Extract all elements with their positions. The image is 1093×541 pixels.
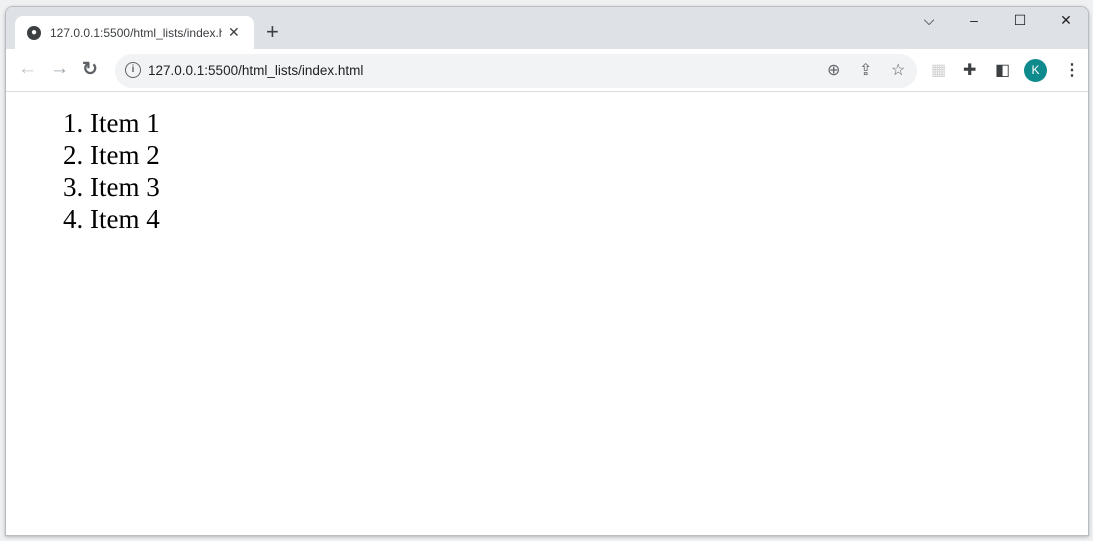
forward-button[interactable]: → [50, 58, 69, 80]
new-tab-button[interactable]: + [266, 19, 279, 45]
tab-title: 127.0.0.1:5500/html_lists/index.html [50, 25, 222, 40]
ordered-list: Item 1 Item 2 Item 3 Item 4 [90, 107, 160, 235]
page-content: Item 1 Item 2 Item 3 Item 4 [6, 93, 1088, 535]
tab-search-chevron-icon[interactable]: ⌵ [914, 12, 944, 29]
maximize-button[interactable]: ☐ [1005, 12, 1035, 29]
close-tab-icon[interactable]: ✕ [228, 24, 240, 41]
extension-icon[interactable]: ▦ [931, 60, 946, 80]
info-icon[interactable]: i [125, 62, 141, 78]
toolbar: ← → ↻ i 127.0.0.1:5500/html_lists/index.… [6, 49, 1088, 92]
profile-avatar[interactable]: K [1024, 59, 1047, 82]
menu-kebab-icon[interactable]: ⋮ [1064, 60, 1080, 80]
list-item: Item 4 [90, 203, 160, 235]
share-icon[interactable]: ⇪ [859, 60, 872, 80]
tab-strip: ● 127.0.0.1:5500/html_lists/index.html ✕… [6, 7, 1088, 49]
globe-icon: ● [27, 25, 41, 40]
list-item: Item 3 [90, 171, 160, 203]
bookmark-star-icon[interactable]: ☆ [891, 60, 905, 80]
zoom-icon[interactable]: ⊕ [827, 60, 840, 80]
browser-window: ● 127.0.0.1:5500/html_lists/index.html ✕… [5, 6, 1089, 536]
tab-active[interactable]: ● 127.0.0.1:5500/html_lists/index.html ✕ [15, 16, 254, 49]
list-item: Item 1 [90, 107, 160, 139]
list-item: Item 2 [90, 139, 160, 171]
close-window-button[interactable]: ✕ [1051, 12, 1081, 29]
address-bar[interactable]: i 127.0.0.1:5500/html_lists/index.html ⊕… [115, 54, 917, 88]
reload-button[interactable]: ↻ [82, 58, 98, 81]
extensions-puzzle-icon[interactable]: ✚ [963, 60, 976, 80]
side-panel-icon[interactable]: ◧ [995, 60, 1010, 80]
url-text[interactable]: 127.0.0.1:5500/html_lists/index.html [148, 63, 363, 78]
minimize-button[interactable]: – [959, 12, 989, 28]
back-button[interactable]: ← [18, 58, 37, 80]
